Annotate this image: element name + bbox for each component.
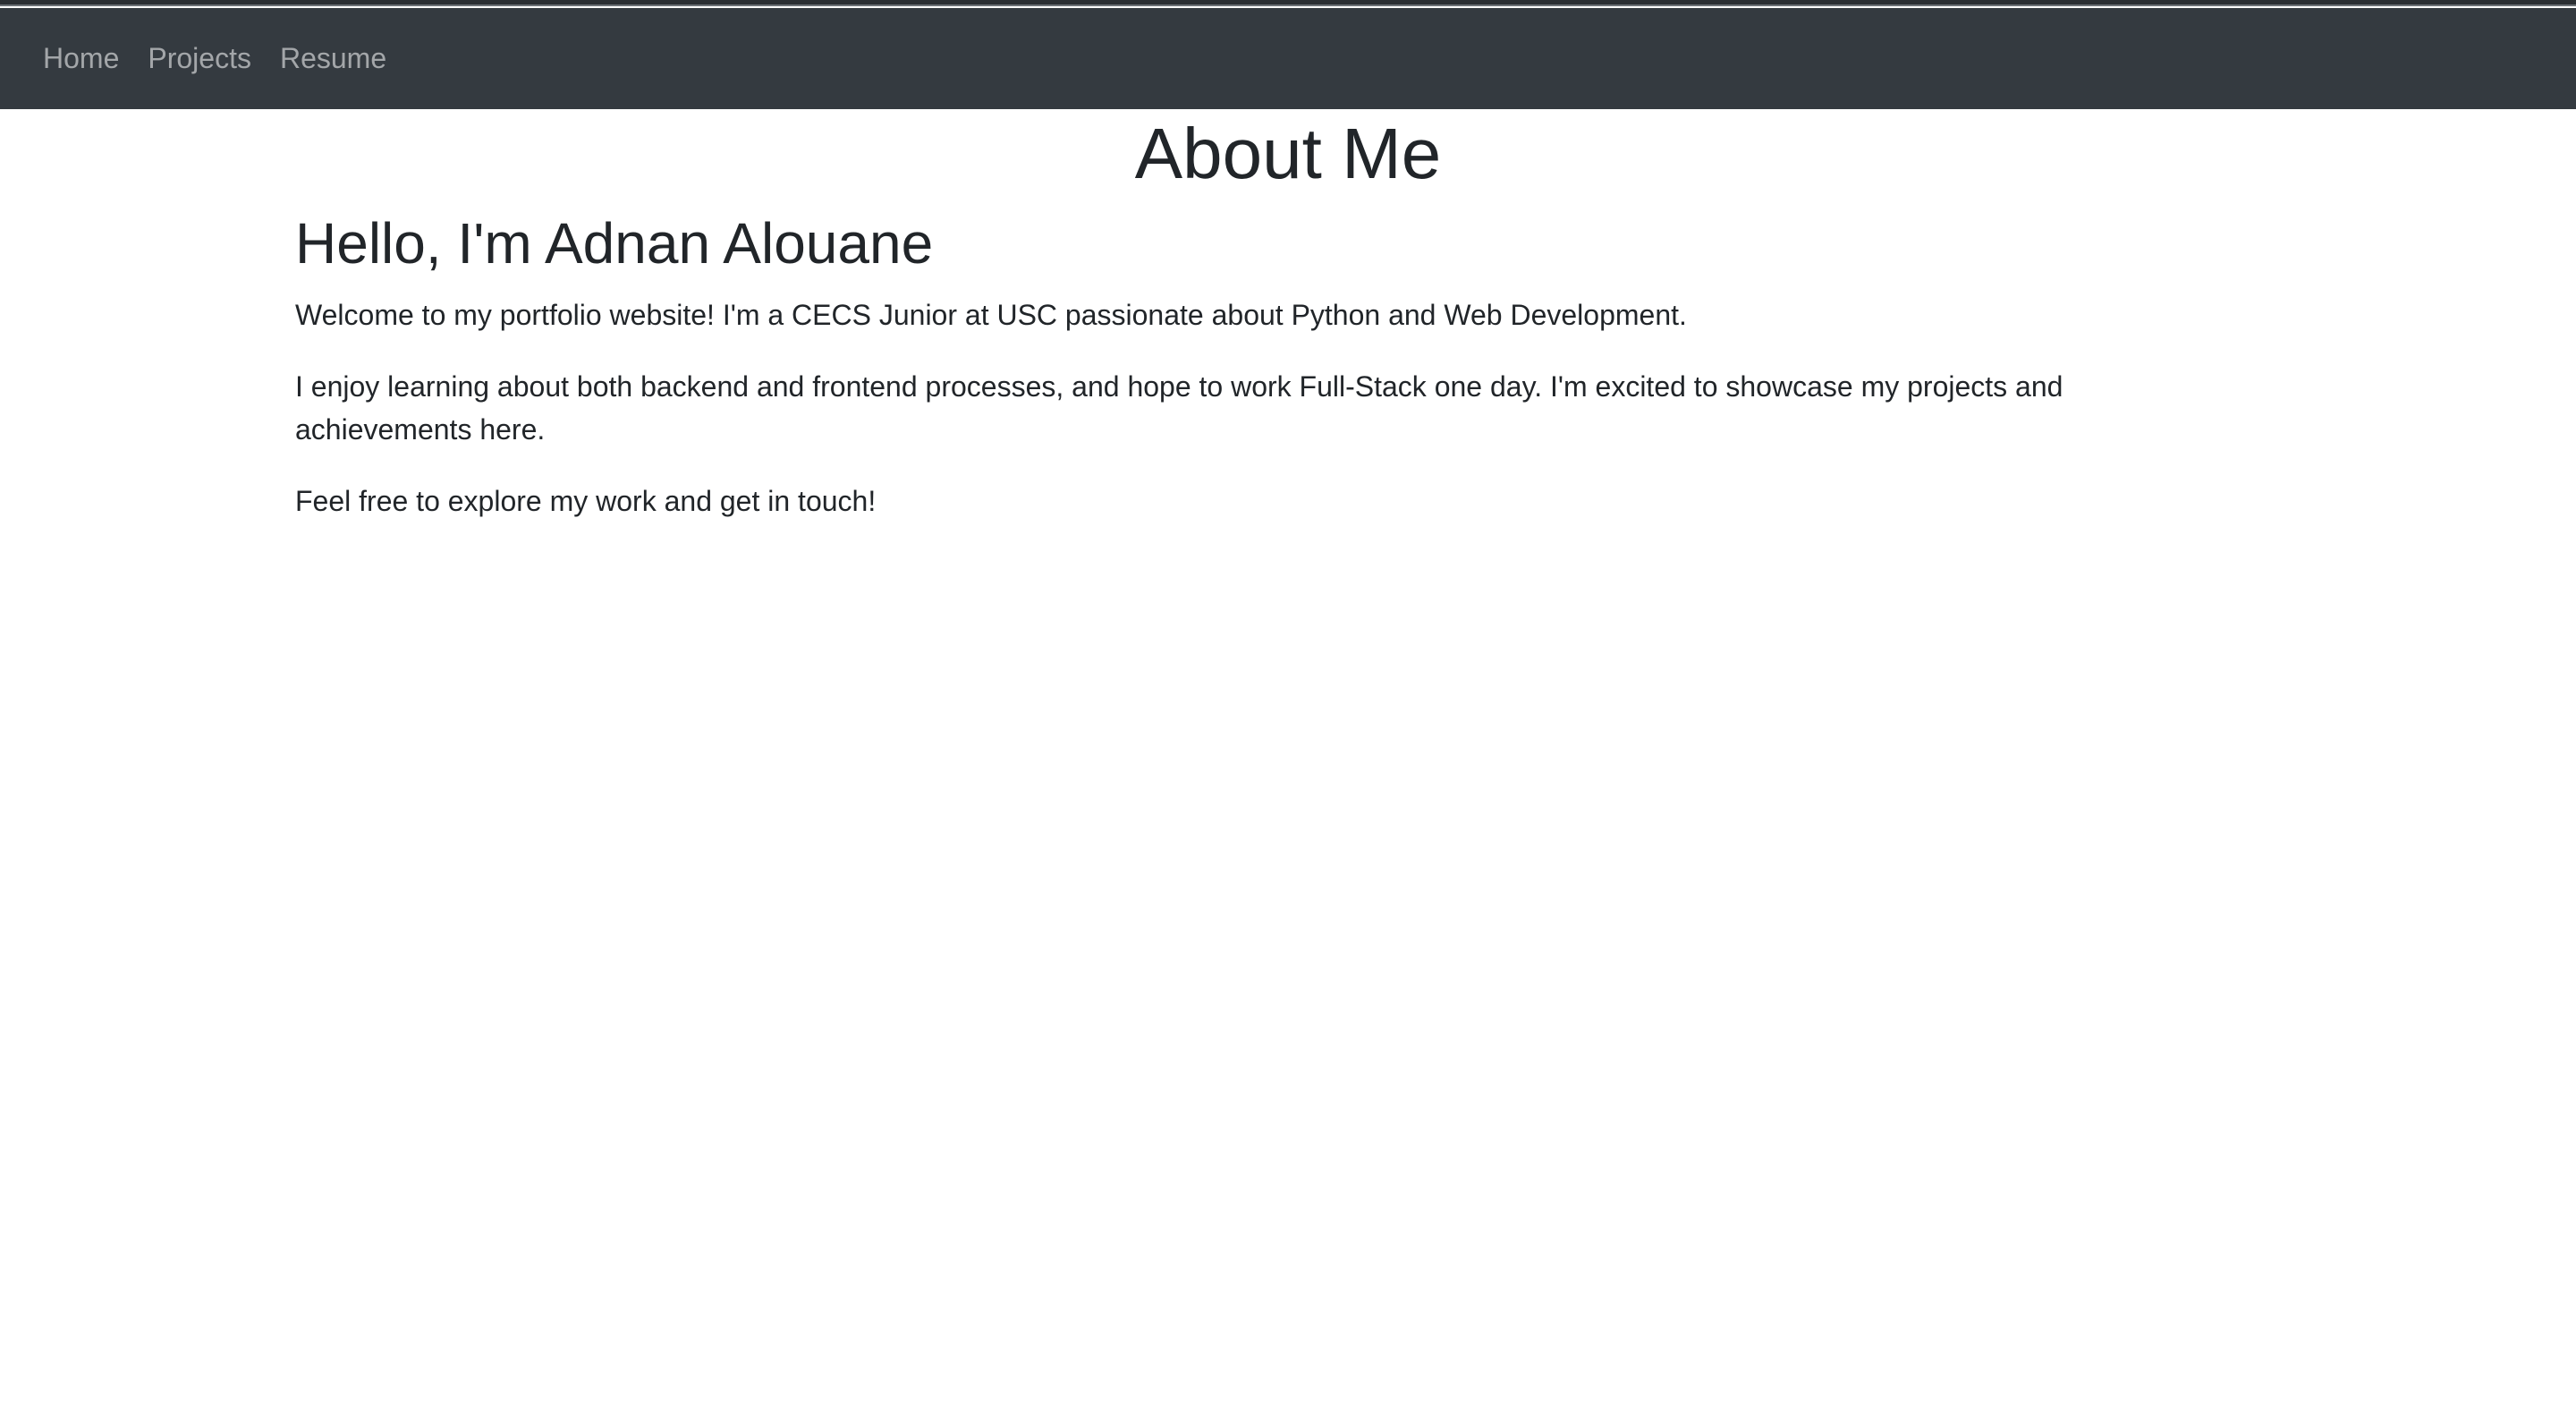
about-section: Hello, I'm Adnan Alouane Welcome to my p… bbox=[295, 208, 2156, 551]
nav-link-projects[interactable]: Projects bbox=[148, 42, 251, 75]
intro-paragraph: Welcome to my portfolio website! I'm a C… bbox=[295, 299, 1687, 331]
browser-top-border bbox=[0, 0, 2576, 6]
interests-paragraph: I enjoy learning about both backend and … bbox=[295, 370, 2063, 446]
page-title: About Me bbox=[1134, 114, 1442, 193]
greeting-heading: Hello, I'm Adnan Alouane bbox=[295, 211, 934, 276]
nav-link-resume[interactable]: Resume bbox=[280, 42, 386, 75]
navbar: Home Projects Resume bbox=[0, 8, 2576, 109]
contact-paragraph: Feel free to explore my work and get in … bbox=[295, 485, 877, 517]
nav-link-home[interactable]: Home bbox=[43, 42, 119, 75]
